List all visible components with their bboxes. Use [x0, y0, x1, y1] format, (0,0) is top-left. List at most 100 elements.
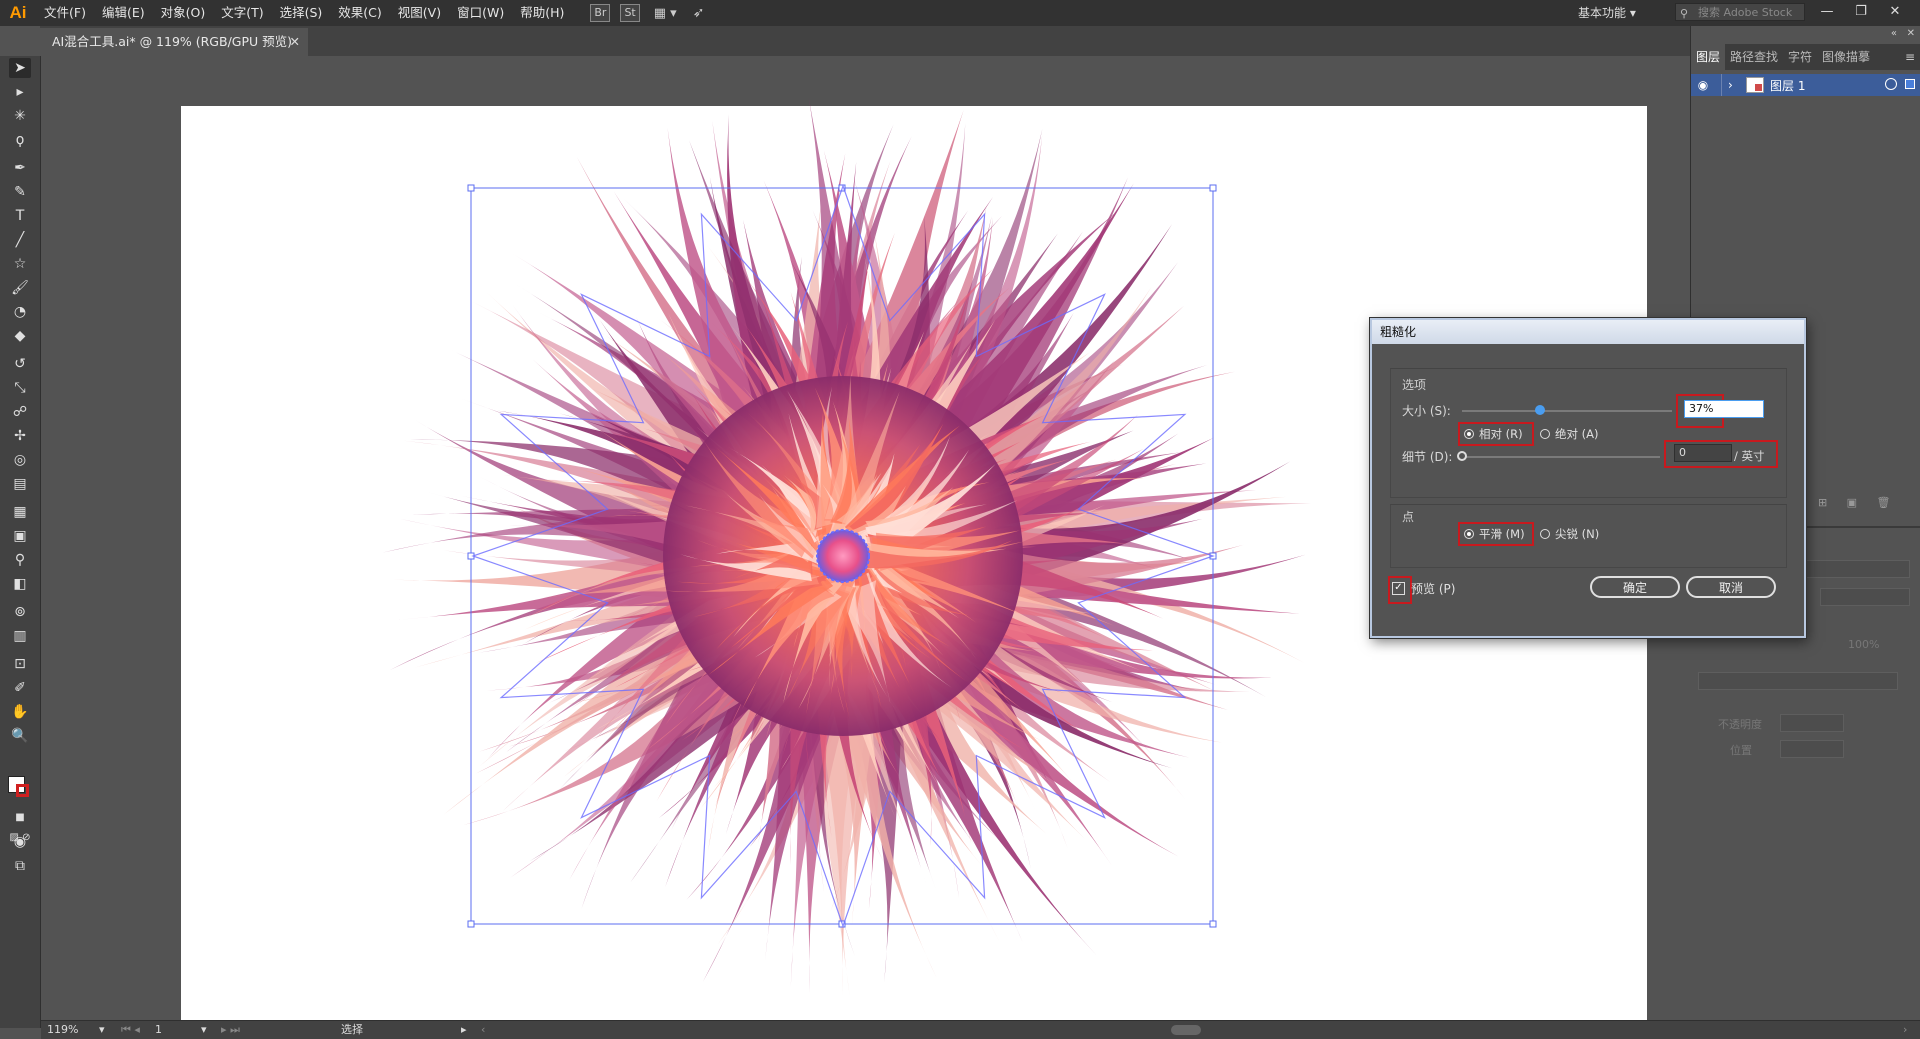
visibility-eye-icon[interactable]: ◉: [1691, 78, 1715, 92]
smooth-radio-dot[interactable]: [1464, 529, 1474, 539]
resize-handle[interactable]: [1209, 920, 1217, 928]
cancel-button[interactable]: 取消: [1686, 576, 1776, 598]
tab-layers[interactable]: 图层: [1691, 44, 1726, 70]
magic-wand-tool-icon[interactable]: ✳: [9, 106, 31, 126]
gpu-performance-icon[interactable]: ➶: [693, 5, 705, 21]
relative-radio[interactable]: 相对 (R): [1464, 426, 1523, 442]
expand-arrow-icon[interactable]: ›: [1728, 78, 1742, 92]
symbol-sprayer-tool-icon[interactable]: ⊚: [9, 602, 31, 622]
preview-checkbox[interactable]: ✓ 预览 (P): [1392, 580, 1455, 597]
screen-mode-icon[interactable]: ⧉: [9, 856, 31, 876]
absolute-radio[interactable]: 绝对 (A): [1540, 426, 1599, 442]
menu-select[interactable]: 选择(S): [272, 0, 331, 26]
workspace-switcher[interactable]: 基本功能 ▾: [1578, 0, 1636, 26]
layer-name[interactable]: 图层 1: [1770, 77, 1805, 94]
artboard-tool-icon[interactable]: ⊡: [9, 654, 31, 674]
opacity-value-dropdown[interactable]: [1780, 714, 1844, 732]
ok-button[interactable]: 确定: [1590, 576, 1680, 598]
type-tool-icon[interactable]: T: [9, 206, 31, 226]
stock-search-input[interactable]: ⚲ 搜索 Adobe Stock: [1675, 3, 1805, 21]
menu-edit[interactable]: 编辑(E): [94, 0, 153, 26]
panel-field[interactable]: [1698, 672, 1898, 690]
panel-menu-icon[interactable]: ≡: [1905, 50, 1915, 64]
stock-button[interactable]: St: [620, 4, 640, 22]
detail-slider-thumb[interactable]: [1457, 451, 1467, 461]
artboard-next-last-icons[interactable]: ▸ ⏭: [221, 1021, 240, 1039]
pen-tool-icon[interactable]: ✒: [9, 158, 31, 178]
line-tool-icon[interactable]: ╱: [9, 230, 31, 250]
size-slider-thumb[interactable]: [1534, 405, 1545, 415]
detail-slider-track[interactable]: [1462, 456, 1660, 458]
color-mode-icon[interactable]: ■ ▨ ⊘: [9, 808, 31, 843]
resize-handle[interactable]: [1209, 184, 1217, 192]
layer-row[interactable]: ◉ › 图层 1: [1691, 74, 1920, 96]
layer-target-icon[interactable]: [1885, 78, 1897, 90]
opacity-dropdown[interactable]: [1820, 588, 1910, 606]
bridge-button[interactable]: Br: [590, 4, 611, 22]
restore-button[interactable]: ❐: [1846, 0, 1876, 24]
resize-handle[interactable]: [467, 184, 475, 192]
preview-check-icon[interactable]: ✓: [1392, 582, 1405, 595]
lasso-tool-icon[interactable]: ϙ: [9, 130, 31, 150]
zoom-level[interactable]: 119%: [47, 1021, 78, 1039]
tab-image-trace[interactable]: 图像描摹: [1817, 44, 1875, 70]
scroll-left-icon[interactable]: ‹: [481, 1021, 485, 1039]
sharp-radio-dot[interactable]: [1540, 529, 1550, 539]
menu-object[interactable]: 对象(O): [153, 0, 214, 26]
mesh-tool-icon[interactable]: ▦: [9, 502, 31, 522]
menu-type[interactable]: 文字(T): [213, 0, 271, 26]
puppet-warp-tool-icon[interactable]: ✢: [9, 426, 31, 446]
blend-tool-icon[interactable]: ◧: [9, 574, 31, 594]
star-tool-icon[interactable]: ☆: [9, 254, 31, 274]
slice-tool-icon[interactable]: ✐: [9, 678, 31, 698]
menu-effect[interactable]: 效果(C): [330, 0, 389, 26]
menu-help[interactable]: 帮助(H): [512, 0, 572, 26]
scale-tool-icon[interactable]: ⤡: [9, 378, 31, 398]
sharp-radio[interactable]: 尖锐 (N): [1540, 526, 1599, 542]
selection-tool-icon[interactable]: ➤: [9, 58, 31, 78]
panel-collapse-icon[interactable]: «: [1891, 28, 1897, 39]
document-tab[interactable]: AI混合工具.ai* @ 119% (RGB/GPU 预览) ✕: [40, 28, 308, 56]
tab-pathfinder[interactable]: 路径查找: [1725, 44, 1783, 70]
smooth-radio[interactable]: 平滑 (M): [1464, 526, 1525, 542]
eraser-tool-icon[interactable]: ◆: [9, 326, 31, 346]
menu-view[interactable]: 视图(V): [390, 0, 449, 26]
column-graph-tool-icon[interactable]: ▥: [9, 626, 31, 646]
status-menu-arrow-icon[interactable]: ▸: [461, 1021, 467, 1039]
curvature-tool-icon[interactable]: ✎: [9, 182, 31, 202]
warp-tool-icon[interactable]: ☍: [9, 402, 31, 422]
shape-builder-tool-icon[interactable]: ◎: [9, 450, 31, 470]
absolute-radio-dot[interactable]: [1540, 429, 1550, 439]
blend-mode-dropdown[interactable]: [1798, 560, 1910, 578]
drawing-mode-icon[interactable]: ◉: [9, 832, 31, 852]
blob-brush-tool-icon[interactable]: ◔: [9, 302, 31, 322]
dialog-title[interactable]: 粗糙化: [1372, 320, 1804, 344]
size-slider-track[interactable]: [1462, 410, 1672, 412]
zoom-dropdown-icon[interactable]: ▾: [99, 1021, 105, 1039]
panel-close-icon[interactable]: ✕: [1907, 28, 1915, 39]
perspective-grid-tool-icon[interactable]: ▤: [9, 474, 31, 494]
eyedropper-tool-icon[interactable]: ⚲: [9, 550, 31, 570]
artboard-dropdown-icon[interactable]: ▾: [201, 1021, 207, 1039]
close-window-button[interactable]: ✕: [1880, 0, 1910, 24]
zoom-tool-icon[interactable]: 🔍: [9, 726, 31, 746]
close-tab-icon[interactable]: ✕: [290, 28, 300, 56]
paintbrush-tool-icon[interactable]: 🖌: [9, 278, 31, 298]
scroll-right-icon[interactable]: ›: [1903, 1021, 1907, 1039]
relative-radio-dot[interactable]: [1464, 429, 1474, 439]
detail-input[interactable]: 0: [1674, 444, 1732, 462]
resize-handle[interactable]: [467, 920, 475, 928]
artboard-first-prev-icons[interactable]: ⏮ ◂: [121, 1021, 140, 1039]
artboard-number[interactable]: 1: [155, 1021, 162, 1039]
menu-file[interactable]: 文件(F): [36, 0, 94, 26]
gradient-tool-icon[interactable]: ▣: [9, 526, 31, 546]
arrange-documents-icon[interactable]: ▦ ▾: [654, 6, 677, 21]
direct-selection-tool-icon[interactable]: ▸: [9, 82, 31, 102]
rotate-tool-icon[interactable]: ↺: [9, 354, 31, 374]
size-input[interactable]: 37%: [1684, 400, 1764, 418]
position-dropdown[interactable]: [1780, 740, 1844, 758]
menu-window[interactable]: 窗口(W): [449, 0, 512, 26]
fill-stroke-swatch[interactable]: [8, 776, 34, 800]
hand-tool-icon[interactable]: ✋: [9, 702, 31, 722]
tab-character[interactable]: 字符: [1783, 44, 1817, 70]
